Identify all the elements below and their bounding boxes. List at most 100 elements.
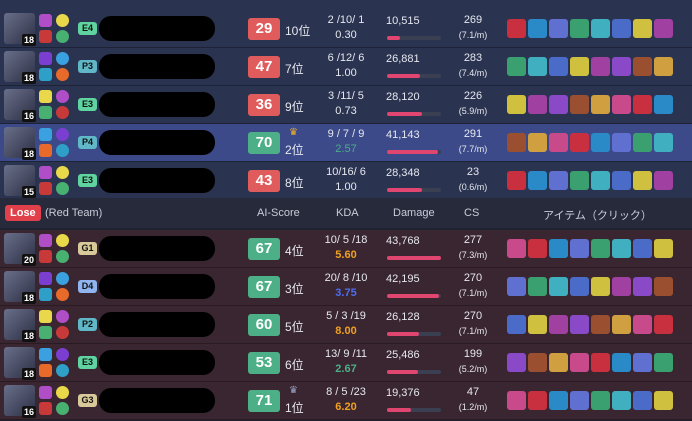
item-icon[interactable]: [528, 133, 547, 152]
item-icon[interactable]: [507, 57, 526, 76]
player-row[interactable]: 18 E4 29 10位 2 /10/ 1 0.30 10,515 269 (7.1/m): [0, 10, 692, 48]
col-items[interactable]: アイテム（クリック）: [543, 207, 652, 223]
item-icon[interactable]: [612, 353, 631, 372]
item-icon[interactable]: [654, 171, 673, 190]
item-icon[interactable]: [654, 57, 673, 76]
cs-cell: 277 (7.3/m): [450, 233, 496, 263]
player-row[interactable]: 18 P3 47 7位 6 /12/ 6 1.00 26,881 283 (7.4/m): [0, 48, 692, 86]
item-icon[interactable]: [570, 353, 589, 372]
item-icon[interactable]: [549, 239, 568, 258]
item-icon[interactable]: [570, 19, 589, 38]
item-icon[interactable]: [507, 239, 526, 258]
player-row[interactable]: 16 G3 71 ♛ 1位 8 / 5 /23 6.20 19,376 47 (1.2/m): [0, 382, 692, 420]
item-icon[interactable]: [549, 19, 568, 38]
item-icon[interactable]: [528, 57, 547, 76]
item-icon[interactable]: [507, 277, 526, 296]
kda-ratio: 0.73: [335, 105, 357, 117]
item-icon[interactable]: [612, 57, 631, 76]
player-row[interactable]: 15 E3 43 8位 10/16/ 6 1.00 28,348 23 (0.6/m): [0, 162, 692, 200]
item-icon[interactable]: [570, 133, 589, 152]
item-icon[interactable]: [549, 315, 568, 334]
item-icon[interactable]: [570, 57, 589, 76]
item-icon[interactable]: [654, 95, 673, 114]
item-icon[interactable]: [591, 95, 610, 114]
item-icon[interactable]: [591, 133, 610, 152]
item-icon[interactable]: [507, 95, 526, 114]
item-icon[interactable]: [612, 95, 631, 114]
kda-ratio: 2.67: [335, 363, 357, 375]
item-icon[interactable]: [633, 239, 652, 258]
item-icon[interactable]: [507, 353, 526, 372]
item-icon[interactable]: [633, 315, 652, 334]
item-icon[interactable]: [633, 19, 652, 38]
item-icon[interactable]: [507, 19, 526, 38]
item-icon[interactable]: [528, 315, 547, 334]
item-icon[interactable]: [654, 239, 673, 258]
item-icon[interactable]: [549, 95, 568, 114]
item-icon[interactable]: [612, 315, 631, 334]
item-icon[interactable]: [528, 95, 547, 114]
item-icon[interactable]: [654, 277, 673, 296]
player-row[interactable]: 18 D4 67 3位 20/ 8 /10 3.75 42,195 270 (7.1/m): [0, 268, 692, 306]
item-icon[interactable]: [549, 277, 568, 296]
item-icon[interactable]: [549, 171, 568, 190]
item-icon[interactable]: [612, 19, 631, 38]
champion-level: 18: [22, 330, 36, 342]
item-icon[interactable]: [654, 19, 673, 38]
item-icon[interactable]: [591, 315, 610, 334]
item-icon[interactable]: [633, 277, 652, 296]
item-icon[interactable]: [612, 391, 631, 410]
item-icon[interactable]: [549, 57, 568, 76]
item-icon[interactable]: [654, 315, 673, 334]
item-icon[interactable]: [633, 391, 652, 410]
player-row[interactable]: 16 E3 36 9位 3 /11/ 5 0.73 28,120 226 (5.9/m): [0, 86, 692, 124]
item-icon[interactable]: [633, 95, 652, 114]
item-icon[interactable]: [591, 19, 610, 38]
item-icon[interactable]: [528, 277, 547, 296]
item-icon[interactable]: [507, 133, 526, 152]
item-icon[interactable]: [528, 353, 547, 372]
item-icon[interactable]: [507, 171, 526, 190]
rune-icon: [56, 68, 69, 81]
item-icon[interactable]: [591, 239, 610, 258]
item-icon[interactable]: [549, 391, 568, 410]
item-icon[interactable]: [570, 315, 589, 334]
item-icon[interactable]: [528, 239, 547, 258]
item-icon[interactable]: [570, 239, 589, 258]
item-icon[interactable]: [612, 133, 631, 152]
item-icon[interactable]: [633, 353, 652, 372]
item-icon[interactable]: [612, 171, 631, 190]
item-icon[interactable]: [591, 57, 610, 76]
item-icon[interactable]: [654, 353, 673, 372]
item-icon[interactable]: [633, 171, 652, 190]
item-icon[interactable]: [591, 353, 610, 372]
item-icon[interactable]: [570, 277, 589, 296]
summoner-spell-icon: [39, 310, 52, 323]
item-icon[interactable]: [549, 353, 568, 372]
item-icon[interactable]: [570, 171, 589, 190]
item-icon[interactable]: [591, 391, 610, 410]
item-icon[interactable]: [528, 391, 547, 410]
item-icon[interactable]: [591, 171, 610, 190]
item-icon[interactable]: [528, 171, 547, 190]
item-icon[interactable]: [570, 95, 589, 114]
item-icon[interactable]: [549, 133, 568, 152]
player-row[interactable]: 20 G1 67 4位 10/ 5 /18 5.60 43,768 277 (7.3/m): [0, 230, 692, 268]
item-icon[interactable]: [612, 239, 631, 258]
col-damage: Damage: [393, 207, 435, 219]
item-list: [507, 239, 675, 259]
item-icon[interactable]: [507, 315, 526, 334]
player-row[interactable]: 18 P2 60 5位 5 / 3 /19 8.00 26,128 270 (7.1/m): [0, 306, 692, 344]
item-icon[interactable]: [591, 277, 610, 296]
player-row[interactable]: 18 E3 53 6位 13/ 9 /11 2.67 25,486 199 (5.2/m): [0, 344, 692, 382]
player-row[interactable]: 18 P4 70 ♛ 2位 9 / 7 / 9 2.57 41,143 291 (7.7/m): [0, 124, 692, 162]
damage-bar-fill: [387, 256, 441, 260]
item-icon[interactable]: [507, 391, 526, 410]
item-icon[interactable]: [633, 133, 652, 152]
item-icon[interactable]: [654, 391, 673, 410]
item-icon[interactable]: [612, 277, 631, 296]
item-icon[interactable]: [654, 133, 673, 152]
item-icon[interactable]: [528, 19, 547, 38]
item-icon[interactable]: [570, 391, 589, 410]
item-icon[interactable]: [633, 57, 652, 76]
